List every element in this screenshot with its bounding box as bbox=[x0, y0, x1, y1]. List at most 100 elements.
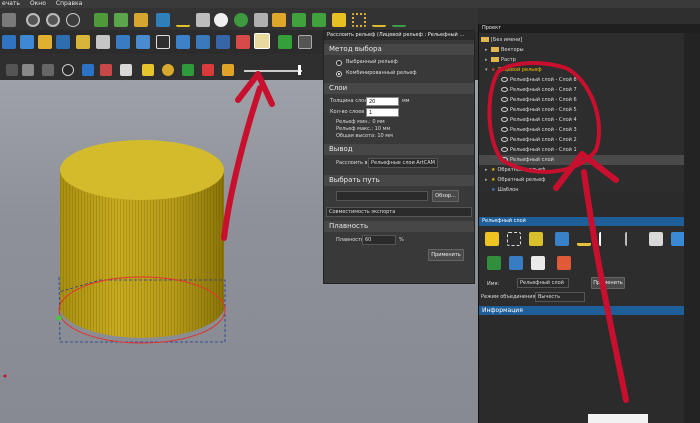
path-input[interactable] bbox=[336, 191, 428, 201]
relief-shape-icon[interactable] bbox=[2, 35, 16, 49]
wave-icon[interactable] bbox=[392, 13, 406, 27]
export-compat-select[interactable]: Совместимость экспорта bbox=[326, 207, 472, 217]
new-layer-icon[interactable] bbox=[507, 232, 521, 246]
tree-item-back-relief-1[interactable]: ▸ ★ Обратный рельеф bbox=[479, 165, 685, 175]
tree-item-face-relief[interactable]: ▾ ★ Лицевой рельеф bbox=[479, 65, 685, 75]
tree-item-layer-1[interactable]: Рельефный слой - Слой 1 bbox=[479, 145, 685, 155]
save-layer-icon[interactable] bbox=[555, 232, 569, 246]
view-iso-icon[interactable] bbox=[6, 64, 18, 76]
star-icon[interactable] bbox=[332, 13, 346, 27]
radio-row-selected[interactable]: Выбранный рельеф bbox=[324, 57, 474, 68]
smooth-input[interactable]: 60 bbox=[362, 235, 396, 245]
paste-icon[interactable] bbox=[312, 13, 326, 27]
relief-zero-icon[interactable] bbox=[96, 35, 110, 49]
tree-item-vectors[interactable]: ▸ Векторы bbox=[479, 45, 685, 55]
star-burst-icon[interactable] bbox=[214, 13, 228, 27]
move-down-icon[interactable] bbox=[625, 232, 639, 246]
delete-layer-icon[interactable] bbox=[557, 256, 571, 270]
tree-item-layer-8[interactable]: Рельефный слой - Слой 8 bbox=[479, 75, 685, 85]
tree-item-layer-2[interactable]: Рельефный слой - Слой 2 bbox=[479, 135, 685, 145]
relief-smooth-icon[interactable] bbox=[196, 35, 210, 49]
radio-row-combined[interactable]: Комбинированный рельеф bbox=[324, 68, 474, 79]
layer-name-input[interactable]: Рельефный слой bbox=[517, 278, 569, 288]
transparency-slider-handle[interactable] bbox=[298, 65, 301, 75]
pen-icon[interactable] bbox=[176, 13, 190, 27]
layer-color-icon[interactable] bbox=[487, 256, 501, 270]
dialog-apply-button[interactable]: Применить bbox=[428, 249, 464, 261]
eye-icon[interactable] bbox=[501, 147, 508, 152]
relief-merge-icon[interactable] bbox=[56, 35, 70, 49]
layer-properties-icon[interactable] bbox=[531, 256, 545, 270]
add-icon[interactable] bbox=[278, 35, 292, 49]
layer-apply-button[interactable]: Применить bbox=[591, 277, 625, 289]
paste-layer-icon[interactable] bbox=[671, 232, 685, 246]
view-front-icon[interactable] bbox=[22, 64, 34, 76]
eye-icon[interactable] bbox=[501, 87, 508, 92]
nodes-icon[interactable] bbox=[352, 13, 366, 27]
undo-icon[interactable] bbox=[46, 13, 60, 27]
relief-sweep-icon[interactable] bbox=[76, 35, 90, 49]
eye-icon[interactable] bbox=[501, 107, 508, 112]
radio-selected-relief[interactable] bbox=[336, 60, 342, 66]
slice-relief-icon[interactable] bbox=[254, 33, 270, 49]
copy-layer-icon[interactable] bbox=[649, 232, 663, 246]
tree-item-layer-3[interactable]: Рельефный слой - Слой 3 bbox=[479, 125, 685, 135]
split-target-select[interactable]: Рельефные слои ArtCAM bbox=[368, 158, 438, 168]
merge-mode-select[interactable]: Вычесть bbox=[535, 292, 585, 302]
eye-icon[interactable] bbox=[501, 77, 508, 82]
relief-erase-icon[interactable] bbox=[236, 35, 250, 49]
fill-icon[interactable] bbox=[254, 13, 268, 27]
relief-cap-icon[interactable] bbox=[156, 35, 170, 49]
view-star-icon[interactable] bbox=[82, 64, 94, 76]
view-shade-icon[interactable] bbox=[120, 64, 132, 76]
view-box-icon[interactable] bbox=[42, 64, 54, 76]
eye-icon[interactable] bbox=[501, 117, 508, 122]
add-layer-icon[interactable] bbox=[485, 232, 499, 246]
relief-offset-icon[interactable] bbox=[116, 35, 130, 49]
view-light-icon[interactable] bbox=[162, 64, 174, 76]
copy-icon[interactable] bbox=[292, 13, 306, 27]
transparency-slider[interactable] bbox=[244, 70, 302, 72]
tree-item-layer-6[interactable]: Рельефный слой - Слой 6 bbox=[479, 95, 685, 105]
tree-item-template[interactable]: ★ Шаблон bbox=[479, 185, 685, 195]
eye-icon[interactable] bbox=[501, 97, 508, 102]
menu-print[interactable]: ечать bbox=[2, 0, 20, 8]
relief-cylinder[interactable] bbox=[60, 140, 224, 338]
view-relief-icon[interactable] bbox=[100, 64, 112, 76]
vector-edit-icon[interactable] bbox=[94, 13, 108, 27]
merge-layer-icon[interactable] bbox=[529, 232, 543, 246]
tree-item-layer-5[interactable]: Рельефный слой - Слой 5 bbox=[479, 105, 685, 115]
tree-item-project[interactable]: [Без имени] bbox=[479, 35, 685, 45]
save-icon[interactable] bbox=[2, 13, 16, 27]
flatten-icon[interactable] bbox=[577, 232, 591, 246]
tree-item-relief-layer[interactable]: Рельефный слой bbox=[479, 155, 685, 165]
panel-scrollbar[interactable] bbox=[684, 33, 700, 423]
tree-item-raster[interactable]: ▸ Растр bbox=[479, 55, 685, 65]
tree-item-layer-7[interactable]: Рельефный слой - Слой 7 bbox=[479, 85, 685, 95]
relief-layer-icon[interactable] bbox=[38, 35, 52, 49]
tools-icon[interactable] bbox=[196, 13, 210, 27]
grid-icon[interactable] bbox=[298, 35, 312, 49]
redo-icon[interactable] bbox=[26, 13, 40, 27]
tree-item-back-relief-2[interactable]: ▸ ★ Обратный рельеф bbox=[479, 175, 685, 185]
layer-edit-icon[interactable] bbox=[509, 256, 523, 270]
tree-item-layer-4[interactable]: Рельефный слой - Слой 4 bbox=[479, 115, 685, 125]
eye-icon[interactable] bbox=[501, 137, 508, 142]
view-fit-icon[interactable] bbox=[62, 64, 74, 76]
eye-icon[interactable] bbox=[501, 127, 508, 132]
relief-sculpt-icon[interactable] bbox=[216, 35, 230, 49]
thickness-input[interactable]: 20 bbox=[366, 97, 399, 106]
vector-start-node[interactable] bbox=[56, 315, 62, 321]
move-up-icon[interactable] bbox=[599, 232, 613, 246]
node-edit-icon[interactable] bbox=[114, 13, 128, 27]
curve-icon[interactable] bbox=[372, 13, 386, 27]
relief-texture-icon[interactable] bbox=[136, 35, 150, 49]
browse-button[interactable]: Обзор... bbox=[432, 190, 459, 202]
menu-help[interactable]: Справка bbox=[56, 0, 82, 8]
menu-window[interactable]: Окно bbox=[30, 0, 46, 8]
polyline-icon[interactable] bbox=[156, 13, 170, 27]
view-gold-icon[interactable] bbox=[142, 64, 154, 76]
relief-split-icon[interactable] bbox=[176, 35, 190, 49]
zoom-icon[interactable] bbox=[66, 13, 80, 27]
trim-icon[interactable] bbox=[272, 13, 286, 27]
